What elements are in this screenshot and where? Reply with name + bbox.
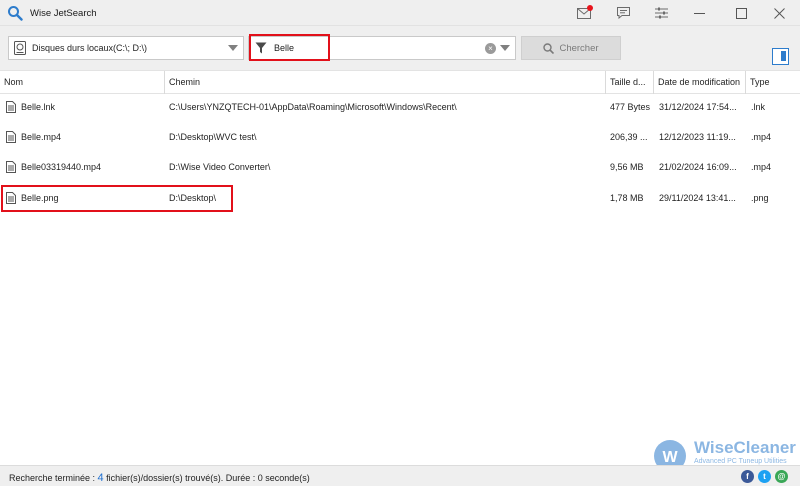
file-size: 9,56 MB (610, 162, 644, 172)
search-icon (543, 42, 555, 54)
file-icon (6, 101, 16, 113)
file-type: .mp4 (751, 132, 772, 142)
column-header-path[interactable]: Chemin (165, 71, 606, 94)
column-header-date[interactable]: Date de modification (654, 71, 746, 94)
email-share-icon[interactable]: @ (775, 470, 788, 483)
clear-search-icon[interactable]: × (485, 43, 496, 54)
file-type: .mp4 (751, 162, 772, 172)
close-button[interactable] (765, 2, 793, 24)
file-name: Belle.png (21, 193, 59, 203)
file-path: C:\Users\YNZQTECH-01\AppData\Roaming\Mic… (169, 102, 457, 112)
file-icon (6, 131, 16, 143)
title-bar: Wise JetSearch (0, 0, 800, 26)
file-path: D:\Wise Video Converter\ (169, 162, 271, 172)
maximize-icon (735, 7, 747, 19)
drive-selector-label: Disques durs locaux(C:\; D:\) (32, 43, 148, 53)
notification-dot (587, 5, 593, 11)
search-history-chevron-icon[interactable] (500, 45, 510, 51)
facebook-icon[interactable]: f (741, 470, 754, 483)
file-name: Belle.lnk (21, 102, 56, 112)
settings-sliders-icon (654, 7, 668, 19)
search-input-value: Belle (274, 43, 295, 53)
minimize-icon (693, 12, 705, 14)
search-toolbar: Disques durs locaux(C:\; D:\) Belle × Ch… (0, 26, 800, 70)
feedback-button[interactable] (609, 2, 637, 24)
file-date: 12/12/2023 11:19... (659, 132, 736, 142)
table-row[interactable]: Belle.mp4 D:\Desktop\WVC test\ 206,39 ..… (0, 122, 800, 152)
status-suffix: fichier(s)/dossier(s) trouvé(s). Durée :… (103, 473, 310, 483)
file-type: .png (751, 193, 769, 203)
file-path: D:\Desktop\WVC test\ (169, 132, 257, 142)
watermark-name: WiseCleaner (694, 438, 796, 457)
search-button[interactable]: Chercher (521, 36, 621, 60)
twitter-icon[interactable]: t (758, 470, 771, 483)
status-message: Recherche terminée : 4 fichier(s)/dossie… (9, 472, 310, 484)
watermark-tagline: Advanced PC Tuneup Utilities (694, 458, 787, 465)
table-row[interactable]: Belle03319440.mp4 D:\Wise Video Converte… (0, 152, 800, 182)
file-size: 206,39 ... (610, 132, 648, 142)
chevron-down-icon[interactable] (228, 45, 238, 51)
maximize-button[interactable] (727, 2, 755, 24)
file-date: 31/12/2024 17:54... (659, 102, 737, 112)
settings-menu-button[interactable] (647, 2, 675, 24)
status-prefix: Recherche terminée : (9, 473, 98, 483)
close-icon (773, 7, 785, 19)
table-row[interactable]: Belle.lnk C:\Users\YNZQTECH-01\AppData\R… (0, 92, 800, 122)
file-size: 477 Bytes (610, 102, 651, 112)
preview-panel-toggle-icon[interactable] (772, 48, 789, 65)
results-table: Nom Chemin Taille d... Date de modificat… (0, 70, 800, 465)
svg-text:W: W (662, 449, 678, 466)
chat-bubble-icon (616, 7, 630, 19)
search-input[interactable]: Belle × (248, 36, 516, 60)
file-date: 29/11/2024 13:41... (659, 193, 736, 203)
file-name: Belle03319440.mp4 (21, 162, 102, 172)
file-icon (6, 161, 16, 173)
column-header-name[interactable]: Nom (0, 71, 165, 94)
search-button-label: Chercher (559, 42, 599, 54)
table-header: Nom Chemin Taille d... Date de modificat… (0, 70, 800, 94)
file-path: D:\Desktop\ (169, 193, 217, 203)
file-date: 21/02/2024 16:09... (659, 162, 737, 172)
hard-drive-icon (14, 41, 26, 55)
drive-selector[interactable]: Disques durs locaux(C:\; D:\) (8, 36, 244, 60)
file-name: Belle.mp4 (21, 132, 62, 142)
messages-button[interactable] (570, 2, 598, 24)
status-bar: Recherche terminée : 4 fichier(s)/dossie… (0, 465, 800, 486)
column-header-type[interactable]: Type (746, 71, 800, 94)
file-type: .lnk (751, 102, 766, 112)
file-icon (6, 192, 16, 204)
column-header-size[interactable]: Taille d... (606, 71, 654, 94)
table-row[interactable]: Belle.png D:\Desktop\ 1,78 MB 29/11/2024… (0, 183, 800, 213)
window-title: Wise JetSearch (30, 8, 97, 19)
filter-icon (255, 42, 267, 54)
app-logo-icon (8, 6, 23, 21)
file-size: 1,78 MB (610, 193, 644, 203)
minimize-button[interactable] (685, 2, 713, 24)
